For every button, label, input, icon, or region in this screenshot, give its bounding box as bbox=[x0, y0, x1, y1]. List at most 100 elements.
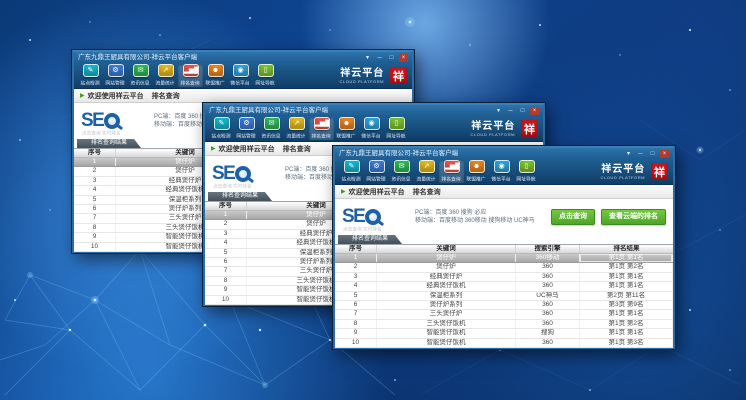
cell-engine: 360 bbox=[516, 301, 580, 309]
table-row[interactable]: 4经典煲仔饭机360第1页 第1名 bbox=[335, 282, 673, 291]
table-row[interactable]: 6煲仔炉系列360第3页 第9名 bbox=[335, 301, 673, 310]
flag-icon: ▶ bbox=[341, 189, 346, 195]
cell-no: 4 bbox=[335, 282, 377, 290]
brand-subtitle: CLOUD PLATFORM bbox=[471, 132, 516, 137]
toolbar-item-mouse[interactable]: ▯网址导航 bbox=[253, 64, 278, 87]
toolbar-item-people[interactable]: ☻联盟推广 bbox=[203, 64, 228, 87]
toolbar-item-target[interactable]: ◉微信平台 bbox=[489, 160, 514, 183]
cell-no: 4 bbox=[205, 239, 247, 247]
cell-rank: 第1页 第1名 bbox=[580, 254, 673, 262]
query-button[interactable]: 点击查询 bbox=[551, 209, 595, 225]
toolbar-items: ✎站点检测⚙网站管理✉资讯信息↗流量统计▂▅▇排名查询☻联盟推广◉微信平台▯网址… bbox=[339, 160, 539, 183]
skin-button[interactable]: ▾ bbox=[363, 54, 372, 62]
seo-logo: SE 点击查询 实时排名 bbox=[81, 111, 145, 131]
tab-rank-results[interactable]: 排名查询结果 bbox=[338, 235, 402, 244]
toolbar-item-mouse[interactable]: ▯网址导航 bbox=[514, 160, 539, 183]
line-chart-icon: ↗ bbox=[158, 64, 174, 77]
toolbar-item-bar-chart[interactable]: ▂▅▇排名查询 bbox=[439, 160, 464, 183]
bar-chart-icon: ▂▅▇ bbox=[183, 64, 199, 77]
cell-rank: 第1页 第2名 bbox=[580, 320, 673, 328]
toolbar-item-pencil[interactable]: ✎站点检测 bbox=[209, 117, 234, 140]
welcome-text: 欢迎使用祥云平台 bbox=[219, 144, 275, 154]
table-row[interactable]: 5保温柜系列UC神马第2页 第11名 bbox=[335, 292, 673, 301]
welcome-section-label: 排名查询 bbox=[413, 187, 441, 197]
tab-rank-results[interactable]: 排名查询结果 bbox=[208, 192, 272, 201]
toolbar-item-people[interactable]: ☻联盟推广 bbox=[334, 117, 359, 140]
skin-button[interactable]: ▾ bbox=[624, 150, 633, 158]
line-chart-icon: ↗ bbox=[419, 160, 435, 173]
window-title: 广东九鼎王厨具有限公司-祥云平台客户端 bbox=[209, 105, 328, 116]
app-window-front[interactable]: 广东九鼎王厨具有限公司-祥云平台客户端 ▾ ─ □ × ✎站点检测⚙网站管理✉资… bbox=[333, 146, 675, 349]
col-no: 序号 bbox=[335, 245, 377, 253]
minimize-button[interactable]: ─ bbox=[636, 150, 645, 158]
toolbar-item-chat-bubble[interactable]: ✉ 资讯信息 bbox=[259, 117, 284, 140]
col-rank: 排名结果 bbox=[580, 245, 673, 253]
bar-chart-icon: ▂▅▇ bbox=[444, 160, 460, 173]
cell-no: 3 bbox=[335, 273, 377, 281]
table-row[interactable]: 7三头煲仔炉360第1页 第1名 bbox=[335, 310, 673, 319]
engine-list: PC端：百度 360 搜狗 必应 移动端：百度移动 360移动 搜狗移动 UC神… bbox=[415, 209, 535, 226]
toolbar-item-label: 微信平台 bbox=[362, 132, 381, 139]
window-titlebar[interactable]: 广东九鼎王厨具有限公司-祥云平台客户端 ▾ ─ □ × bbox=[74, 52, 412, 63]
seo-logo: SE 点击查询 实时排名 bbox=[342, 207, 406, 227]
cell-no: 8 bbox=[335, 320, 377, 328]
toolbar-item-line-chart[interactable]: ↗流量统计 bbox=[284, 117, 309, 140]
window-titlebar[interactable]: 广东九鼎王厨具有限公司-祥云平台客户端 ▾ ─ □ × bbox=[335, 148, 673, 159]
toolbar-item-mouse[interactable]: ▯网址导航 bbox=[384, 117, 409, 140]
toolbar-item-pencil[interactable]: ✎站点检测 bbox=[339, 160, 364, 183]
toolbar-item-tools[interactable]: ⚙网站管理 bbox=[364, 160, 389, 183]
toolbar-item-chat-bubble[interactable]: ✉资讯信息 bbox=[128, 64, 153, 87]
cell-keyword: 保温柜系列 bbox=[377, 292, 516, 300]
seo-logo-text: SE bbox=[212, 164, 234, 184]
table-row[interactable]: 9智能煲仔饭机搜狗第1页 第1名 bbox=[335, 329, 673, 338]
toolbar-item-tools[interactable]: ⚙网站管理 bbox=[103, 64, 128, 87]
window-titlebar[interactable]: 广东九鼎王厨具有限公司-祥云平台客户端 ▾ ─ □ × bbox=[205, 105, 543, 116]
cell-keyword: 经典煲仔炉 bbox=[377, 273, 516, 281]
brand: 祥云平台 CLOUD PLATFORM 祥 bbox=[598, 160, 669, 183]
toolbar-item-label: 资讯信息 bbox=[262, 132, 281, 139]
tools-icon: ⚙ bbox=[369, 160, 385, 173]
cell-engine: 360 bbox=[516, 263, 580, 271]
toolbar-item-people[interactable]: ☻联盟推广 bbox=[464, 160, 489, 183]
cell-no: 10 bbox=[74, 243, 116, 251]
tab-rank-results[interactable]: 排名查询结果 bbox=[77, 139, 141, 148]
close-button[interactable]: × bbox=[530, 107, 539, 115]
cell-keyword: 三头煲仔饭机 bbox=[377, 320, 516, 328]
cell-keyword: 经典煲仔饭机 bbox=[377, 282, 516, 290]
maximize-button[interactable]: □ bbox=[518, 107, 527, 115]
cell-no: 2 bbox=[74, 167, 116, 175]
maximize-button[interactable]: □ bbox=[387, 54, 396, 62]
toolbar-item-line-chart[interactable]: ↗流量统计 bbox=[153, 64, 178, 87]
skin-button[interactable]: ▾ bbox=[494, 107, 503, 115]
table-row[interactable]: 8三头煲仔饭机360第1页 第2名 bbox=[335, 320, 673, 329]
window-controls: ▾ ─ □ × bbox=[363, 54, 408, 62]
cell-no: 10 bbox=[335, 339, 377, 347]
minimize-button[interactable]: ─ bbox=[506, 107, 515, 115]
toolbar-item-bar-chart[interactable]: ▂▅▇排名查询 bbox=[309, 117, 334, 140]
chat-bubble-icon: ✉ bbox=[133, 64, 149, 77]
seo-tagline: 点击查询 实时排名 bbox=[82, 130, 121, 137]
cell-engine: UC神马 bbox=[516, 292, 580, 300]
table-row[interactable]: 1煲仔炉360移动第1页 第1名 bbox=[335, 254, 673, 263]
toolbar-item-target[interactable]: ◉微信平台 bbox=[228, 64, 253, 87]
cell-no: 1 bbox=[74, 158, 116, 166]
welcome-text: 欢迎使用祥云平台 bbox=[88, 91, 144, 101]
toolbar-item-target[interactable]: ◉微信平台 bbox=[359, 117, 384, 140]
cell-no: 7 bbox=[74, 214, 116, 222]
chat-bubble-icon: ✉ bbox=[264, 117, 280, 130]
cloud-rank-button[interactable]: 查看云端的排名 bbox=[601, 209, 666, 225]
col-engine: 搜索引擎 bbox=[516, 245, 580, 253]
minimize-button[interactable]: ─ bbox=[375, 54, 384, 62]
maximize-button[interactable]: □ bbox=[648, 150, 657, 158]
table-row[interactable]: 3经典煲仔炉360第1页 第1名 bbox=[335, 273, 673, 282]
close-button[interactable]: × bbox=[660, 150, 669, 158]
close-button[interactable]: × bbox=[399, 54, 408, 62]
table-row[interactable]: 2煲仔炉360第1页 第2名 bbox=[335, 263, 673, 272]
toolbar-item-tools[interactable]: ⚙网站管理 bbox=[234, 117, 259, 140]
table-row[interactable]: 10智能煲仔饭机360第1页 第3名 bbox=[335, 339, 673, 348]
chat-bubble-icon: ✉ bbox=[394, 160, 410, 173]
toolbar-item-chat-bubble[interactable]: ✉资讯信息 bbox=[389, 160, 414, 183]
toolbar-item-pencil[interactable]: ✎站点检测 bbox=[78, 64, 103, 87]
toolbar-item-line-chart[interactable]: ↗流量统计 bbox=[414, 160, 439, 183]
toolbar-item-bar-chart[interactable]: ▂▅▇排名查询 bbox=[178, 64, 203, 87]
